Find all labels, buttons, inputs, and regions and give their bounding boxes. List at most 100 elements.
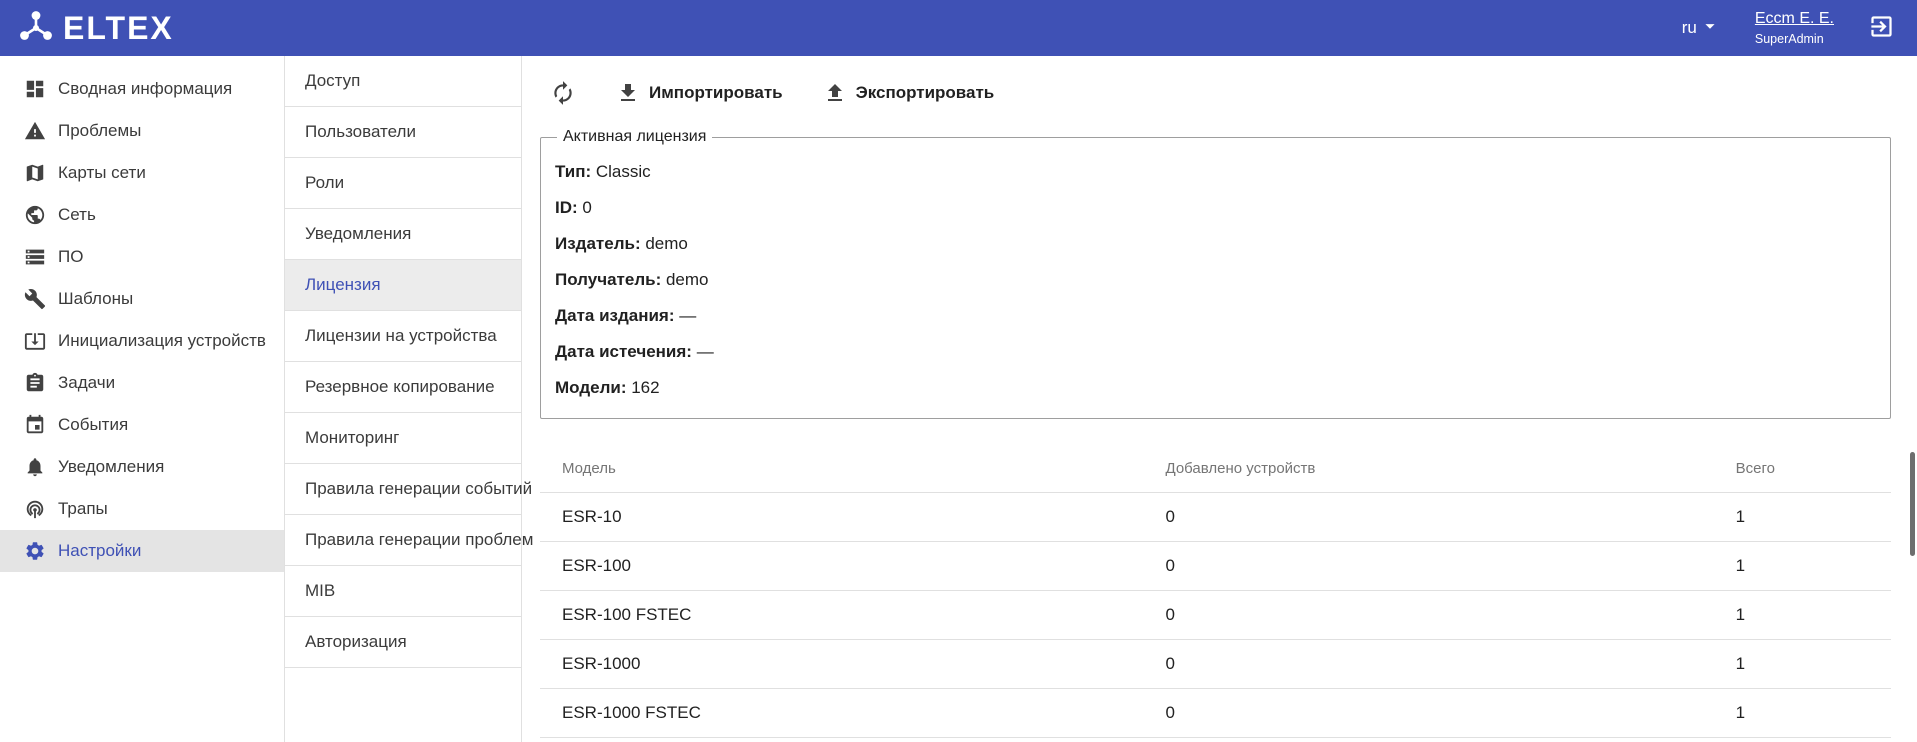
language-selector[interactable]: ru xyxy=(1682,15,1721,42)
sidebar-item[interactable]: ПО xyxy=(0,236,284,278)
submenu-item[interactable]: Уведомления xyxy=(285,209,521,260)
sidebar-item[interactable]: Задачи xyxy=(0,362,284,404)
active-license-fieldset: Активная лицензия Тип: ClassicID: 0Издат… xyxy=(540,128,1891,419)
sidebar-item[interactable]: События xyxy=(0,404,284,446)
table-cell: ESR-10 xyxy=(540,493,1166,542)
sidebar-item-label: События xyxy=(58,415,128,435)
license-field-label: Тип: xyxy=(555,162,591,181)
device-init-icon xyxy=(24,330,46,352)
table-header-row: МодельДобавлено устройствВсего xyxy=(540,445,1891,493)
submenu-item[interactable]: Правила генерации событий xyxy=(285,464,521,515)
submenu-item[interactable]: Доступ xyxy=(285,56,521,107)
table-cell: 1 xyxy=(1736,493,1891,542)
toolbar: Импортировать Экспортировать xyxy=(522,56,1917,106)
refresh-icon xyxy=(550,80,576,106)
table-cell: 0 xyxy=(1166,493,1736,542)
submenu-item[interactable]: MIB xyxy=(285,566,521,617)
sidebar-item[interactable]: Карты сети xyxy=(0,152,284,194)
user-name-link[interactable]: Eccm E. E. xyxy=(1755,9,1834,29)
column-header: Модель xyxy=(540,445,1166,493)
sidebar-item[interactable]: Трапы xyxy=(0,488,284,530)
table-cell: 1 xyxy=(1736,689,1891,738)
logout-button[interactable] xyxy=(1868,13,1895,43)
upload-icon xyxy=(823,81,847,105)
warning-icon xyxy=(24,120,46,142)
license-field-label: Получатель: xyxy=(555,270,661,289)
export-button[interactable]: Экспортировать xyxy=(823,81,995,105)
user-block: Eccm E. E. SuperAdmin xyxy=(1755,9,1834,48)
sidebar-item[interactable]: Сводная информация xyxy=(0,68,284,110)
license-field-label: ID: xyxy=(555,198,578,217)
dashboard-icon xyxy=(24,78,46,100)
table-row: ESR-1001 xyxy=(540,493,1891,542)
license-field: Дата истечения: — xyxy=(555,334,1876,370)
logout-icon xyxy=(1868,13,1895,43)
submenu-item[interactable]: Резервное копирование xyxy=(285,362,521,413)
table-cell: ESR-100 xyxy=(540,542,1166,591)
sidebar-item-label: Инициализация устройств xyxy=(58,331,266,351)
import-button[interactable]: Импортировать xyxy=(616,81,783,105)
brand-text: ELTEX xyxy=(63,10,174,47)
bell-icon xyxy=(24,456,46,478)
active-license-legend: Активная лицензия xyxy=(557,128,712,146)
submenu-item[interactable]: Лицензия xyxy=(285,260,521,311)
main-sidebar: Сводная информация Проблемы Карты сети Сеть… xyxy=(0,56,284,742)
license-field-label: Дата истечения: xyxy=(555,342,692,361)
export-button-label: Экспортировать xyxy=(856,83,995,103)
sidebar-item-label: ПО xyxy=(58,247,83,267)
sidebar-item-label: Проблемы xyxy=(58,121,141,141)
gear-icon xyxy=(24,540,46,562)
sidebar-item-label: Карты сети xyxy=(58,163,146,183)
sidebar-item[interactable]: Проблемы xyxy=(0,110,284,152)
sidebar-item-label: Задачи xyxy=(58,373,115,393)
table-cell: 0 xyxy=(1166,689,1736,738)
submenu-item[interactable]: Пользователи xyxy=(285,107,521,158)
sidebar-item[interactable]: Инициализация устройств xyxy=(0,320,284,362)
brand-logo: ELTEX xyxy=(18,8,174,49)
globe-icon xyxy=(24,204,46,226)
user-role: SuperAdmin xyxy=(1755,32,1834,48)
refresh-button[interactable] xyxy=(550,80,576,106)
sidebar-item-label: Шаблоны xyxy=(58,289,133,309)
license-field-value: 162 xyxy=(631,378,659,397)
models-table-wrap: МодельДобавлено устройствВсего ESR-1001E… xyxy=(540,445,1891,738)
wrench-icon xyxy=(24,288,46,310)
table-cell: ESR-1000 xyxy=(540,640,1166,689)
topbar: ELTEX ru Eccm E. E. SuperAdmin xyxy=(0,0,1917,56)
license-field-label: Модели: xyxy=(555,378,626,397)
submenu-item[interactable]: Лицензии на устройства xyxy=(285,311,521,362)
calendar-icon xyxy=(24,414,46,436)
sidebar-item[interactable]: Сеть xyxy=(0,194,284,236)
license-field-value: — xyxy=(679,306,696,325)
table-cell: 0 xyxy=(1166,640,1736,689)
eltex-logo-icon xyxy=(18,8,54,49)
sidebar-item[interactable]: Уведомления xyxy=(0,446,284,488)
license-field: Тип: Classic xyxy=(555,154,1876,190)
license-field: Издатель: demo xyxy=(555,226,1876,262)
vertical-scrollbar[interactable] xyxy=(1910,452,1915,556)
table-row: ESR-100001 xyxy=(540,640,1891,689)
submenu-item[interactable]: Роли xyxy=(285,158,521,209)
main-content: Импортировать Экспортировать Активная ли… xyxy=(522,56,1917,742)
license-field: Дата издания: — xyxy=(555,298,1876,334)
sidebar-item[interactable]: Настройки xyxy=(0,530,284,572)
sidebar-item-label: Сеть xyxy=(58,205,96,225)
submenu-item[interactable]: Мониторинг xyxy=(285,413,521,464)
submenu-item[interactable]: Правила генерации проблем xyxy=(285,515,521,566)
chevron-down-icon xyxy=(1699,15,1721,42)
table-cell: ESR-1000 FSTEC xyxy=(540,689,1166,738)
license-field-value: Classic xyxy=(596,162,651,181)
sidebar-item[interactable]: Шаблоны xyxy=(0,278,284,320)
sidebar-item-label: Сводная информация xyxy=(58,79,232,99)
license-field: Получатель: demo xyxy=(555,262,1876,298)
license-field-label: Дата издания: xyxy=(555,306,675,325)
submenu-item[interactable]: Авторизация xyxy=(285,617,521,668)
table-row: ESR-1000 FSTEC01 xyxy=(540,689,1891,738)
map-icon xyxy=(24,162,46,184)
column-header: Добавлено устройств xyxy=(1166,445,1736,493)
sidebar-item-label: Уведомления xyxy=(58,457,164,477)
license-field: ID: 0 xyxy=(555,190,1876,226)
settings-submenu: ДоступПользователиРолиУведомленияЛицензи… xyxy=(284,56,522,742)
column-header: Всего xyxy=(1736,445,1891,493)
license-field-value: — xyxy=(697,342,714,361)
